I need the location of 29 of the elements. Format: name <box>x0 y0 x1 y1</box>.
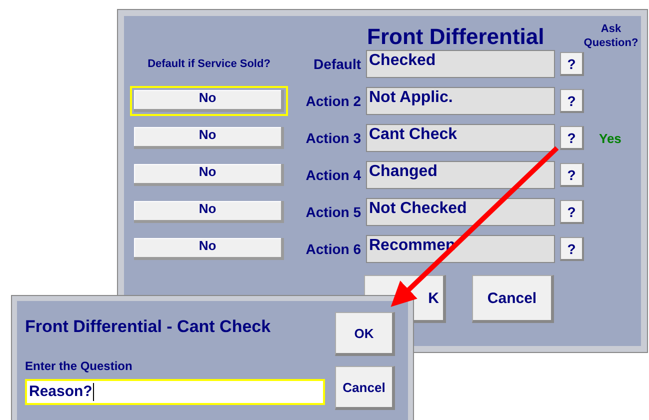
dialog-title: Front Differential - Cant Check <box>25 317 272 337</box>
help-button[interactable]: ? <box>560 200 584 224</box>
action-label: Default <box>312 56 362 72</box>
action-field[interactable]: Checked <box>366 50 555 78</box>
cancel-button[interactable]: Cancel <box>472 275 554 323</box>
column-caption: Default if Service Sold? <box>148 58 270 70</box>
action-label: Action 4 <box>304 167 362 183</box>
action-label: Action 6 <box>304 241 362 257</box>
help-button[interactable]: ? <box>560 126 584 150</box>
prompt-label: Enter the Question <box>25 359 134 373</box>
action-label: Action 2 <box>304 93 362 109</box>
help-button[interactable]: ? <box>560 163 584 187</box>
action-field[interactable]: Recommen <box>366 235 555 263</box>
toggle-button[interactable]: No <box>130 86 288 116</box>
action-field[interactable]: Not Checked <box>366 198 555 226</box>
dialog-title: Front Differential <box>367 24 544 50</box>
column-header: Ask Question? <box>582 22 640 50</box>
action-label: Action 5 <box>304 204 362 220</box>
ask-status: Yes <box>599 130 622 146</box>
action-field[interactable]: Cant Check <box>366 124 555 152</box>
action-field[interactable]: Not Applic. <box>366 87 555 115</box>
ok-button[interactable]: OK <box>335 312 395 356</box>
help-button[interactable]: ? <box>560 52 584 76</box>
help-button[interactable]: ? <box>560 237 584 261</box>
action-field[interactable]: Changed <box>366 161 555 189</box>
action-label: Action 3 <box>304 130 362 146</box>
cancel-button[interactable]: Cancel <box>335 366 395 410</box>
question-input[interactable]: Reason? <box>25 379 325 405</box>
help-button[interactable]: ? <box>560 89 584 113</box>
